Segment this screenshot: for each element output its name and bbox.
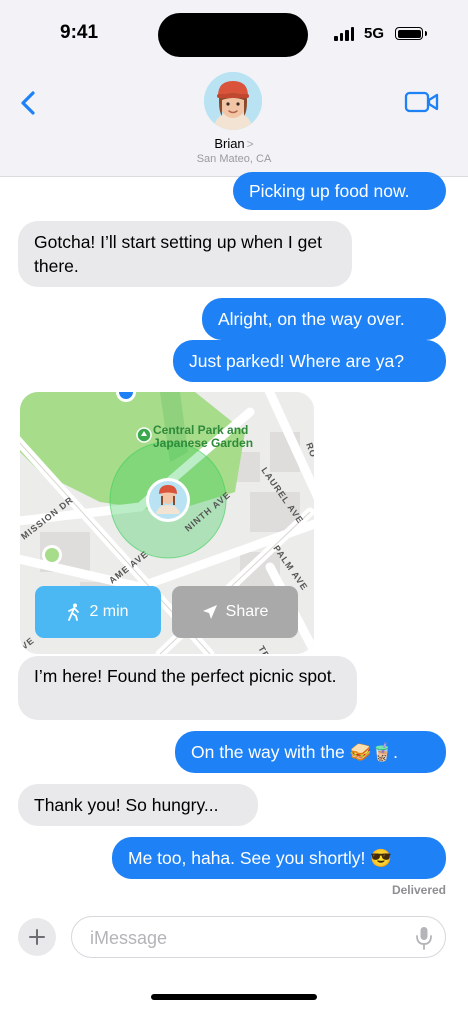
memoji-avatar-icon [204, 72, 262, 130]
signal-icon [334, 27, 354, 41]
park-label-line-2: Japanese Garden [153, 436, 253, 450]
message-bubble-outgoing[interactable]: Me too, haha. See you shortly! 😎 [112, 837, 446, 879]
battery-icon [395, 27, 427, 40]
walking-time-button[interactable]: 2 min [35, 586, 161, 638]
message-input-field[interactable] [71, 916, 446, 958]
dynamic-island [158, 13, 308, 57]
message-bubble-outgoing[interactable]: On the way with the 🥪🧋. [175, 731, 446, 773]
message-bubble-outgoing[interactable]: Picking up food now. [233, 172, 446, 210]
microphone-icon[interactable] [415, 926, 433, 950]
park-label-line-1: Central Park and [153, 423, 248, 437]
location-arrow-icon [202, 605, 217, 619]
home-indicator[interactable] [151, 994, 317, 1000]
message-bubble-outgoing[interactable]: Just parked! Where are ya? [173, 340, 446, 382]
share-location-button[interactable]: Share [172, 586, 298, 638]
walking-person-icon [68, 603, 80, 621]
contact-avatar[interactable] [204, 72, 262, 130]
message-bubble-incoming[interactable]: Thank you! So hungry... [18, 784, 258, 826]
contact-name: Brian [214, 136, 245, 151]
location-map-card[interactable]: MISSION DR NINTH AVE LAUREL AVE PALM AVE… [20, 392, 314, 654]
contact-location: San Mateo, CA [196, 153, 272, 165]
plus-button[interactable] [18, 918, 56, 956]
message-input[interactable] [88, 925, 392, 951]
conversation-header: Brian > San Mateo, CA [0, 70, 468, 177]
delivery-status: Delivered [391, 883, 446, 897]
share-label: Share [225, 603, 269, 620]
message-bubble-incoming[interactable]: Gotcha! I’ll start setting up when I get… [18, 221, 352, 287]
chevron-right-icon: > [246, 137, 254, 151]
network-type: 5G [364, 25, 385, 42]
messages-screen: 9:41 5G Brian > San Mateo, CA Picking up… [0, 0, 468, 1012]
walking-time-label: 2 min [89, 603, 129, 620]
status-time: 9:41 [60, 22, 99, 43]
message-bubble-outgoing[interactable]: Alright, on the way over. [202, 298, 446, 340]
message-bubble-incoming[interactable]: I’m here! Found the perfect picnic spot. [18, 656, 357, 720]
status-bar: 9:41 5G [0, 0, 468, 70]
plus-icon [29, 929, 45, 945]
video-camera-icon[interactable] [404, 90, 440, 114]
contact-name-row[interactable]: Brian > [0, 136, 468, 151]
back-chevron-icon[interactable] [14, 88, 44, 118]
